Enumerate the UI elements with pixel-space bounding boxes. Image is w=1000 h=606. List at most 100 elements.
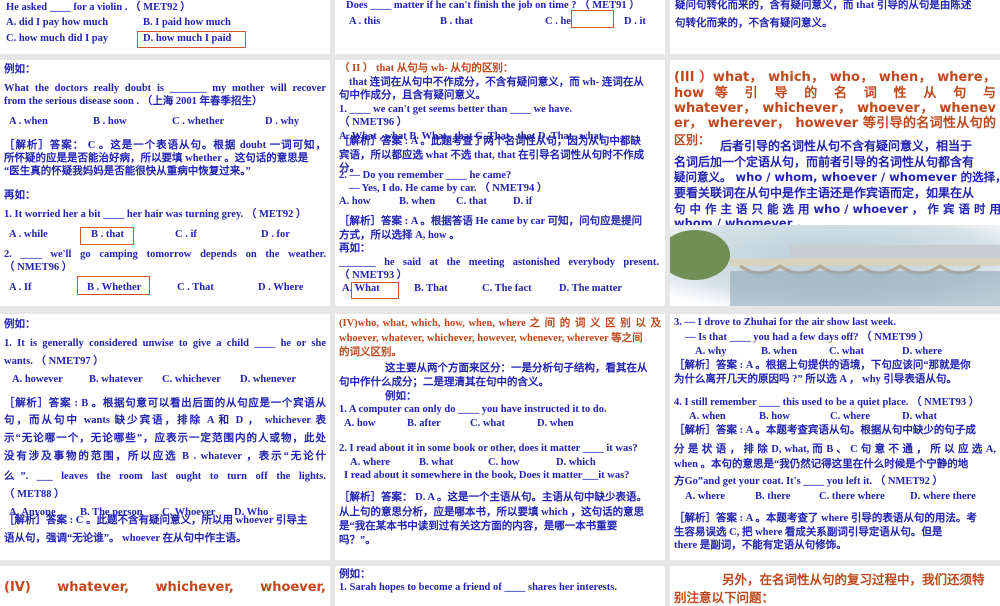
slide-a1: He asked ____ for a violin . （ MET92 ） A… — [0, 0, 330, 54]
explanation: 吗？”。 — [339, 535, 376, 546]
section-heading: er， wherever， however 等引导的名词性从句的 — [674, 116, 996, 131]
question: — Is that ____ you had a few days off? （… — [685, 332, 930, 343]
slide-c1: 疑问句转化而来的，含有疑问意义，而 that 引导的从句是由陈述 句转化而来的，… — [670, 0, 1000, 54]
option: C . That — [177, 282, 214, 293]
question: （ MET88 ） — [4, 489, 65, 500]
option: D . for — [261, 229, 290, 240]
label: 例如： — [4, 64, 36, 75]
option: B. after — [407, 418, 441, 429]
explanation: ［解析］答案： C 。这是一个表语从句。根据 doubt 一词可知， — [4, 140, 326, 151]
option: D . it — [624, 16, 646, 27]
text-line: 这主要从两个方面来区分：一是分析句子结构，看其在从 — [385, 363, 648, 374]
text-line: 句转化而来的，不含有疑问意义。 — [675, 18, 833, 29]
option: A . while — [9, 229, 48, 240]
explanation: ［解析］答案 : A 。根据答语 He came by car 可知，问句应是提… — [339, 216, 643, 227]
option: A. how — [344, 418, 376, 429]
option: A . when — [9, 116, 48, 127]
answer-highlight — [571, 10, 614, 28]
label: 例如： — [385, 391, 417, 402]
option: D. which — [556, 457, 596, 468]
explanation: ［解析］答案 : A 。根据上句提供的语境，下句应该问“那就是你 — [674, 360, 971, 371]
slide-b3: (IV)who, what, which, how, when, where 之… — [335, 314, 665, 560]
slide-a4: (IV) whatever, whichever, whoever, — [0, 566, 330, 606]
question: 2. I read about it in some book or other… — [339, 443, 638, 454]
option: B. whatever — [89, 374, 143, 385]
option: D. whenever — [240, 374, 296, 385]
slide-c3: 3. — I drove to Zhuhai for the air show … — [670, 314, 1000, 560]
section-heading: whoever, whatever, whichever, however, w… — [339, 333, 643, 344]
text-line: that 连词在从句中不作成分，不含有疑问意义，而 wh- 连词在从 — [349, 77, 644, 88]
slide-c2: (III ）what， which， who， when， where， how… — [670, 60, 1000, 306]
explanation: 句，而从句中 wants 缺少宾语，排除 A 和 D ， whichever 表 — [4, 415, 326, 426]
label: 再如： — [4, 190, 36, 201]
label: 例如： — [4, 319, 36, 330]
label: 例如： — [339, 569, 371, 580]
explanation: when 。本句的意思是“我仍然记得这里在什么时候是个宁静的地 — [674, 459, 969, 470]
question: — Yes, I do. He came by car. （ NMET94 ） — [349, 183, 548, 194]
slide-b2: （ II ） that 从句与 wh- 从句的区别： that 连词在从句中不作… — [335, 60, 665, 306]
option: A. when — [689, 411, 726, 422]
question: wants. （ NMET97 ） — [4, 356, 104, 367]
section-heading: (IV) whatever, whichever, whoever, — [4, 580, 326, 595]
question: He asked ____ for a violin . （ MET92 ） — [6, 2, 191, 13]
explanation: ［解析］答案 : A 。本题考查了 where 引导的表语从句的用法。考 — [674, 513, 977, 524]
label: 再如： — [339, 243, 371, 254]
explanation: 所怀疑的应是是否能治好病，所以要填 whether 。这句话的意思是 — [4, 153, 309, 164]
text-line: 句中作什么成分；二是理清其在句中的含义。 — [339, 377, 549, 388]
explanation: 宾语，所以都应选 what 不选 that, that 在引导名词性从句时不作成 — [339, 150, 645, 161]
option: B . that — [440, 16, 473, 27]
answer-highlight — [80, 227, 134, 245]
slide-a3: 例如： 1. It is generally considered unwise… — [0, 314, 330, 560]
section-heading: (III ）what， which， who， when， where， — [674, 70, 996, 85]
option: D. what — [902, 411, 938, 422]
explanation: ［解析］答案 : A 。本题考查宾语从句。根据从句中缺少的句子成 — [674, 425, 976, 436]
question: I read about it somewhere in the book, D… — [344, 470, 630, 481]
slide-a2: 例如： What the doctors really doubt is ___… — [0, 60, 330, 306]
bridge-photo — [670, 225, 1000, 306]
explanation: 生容易误选 C, 把 where 看成关系副词引导定语从句。但是 — [674, 527, 943, 538]
option: B . how — [93, 116, 127, 127]
text-line: 疑问意义。 who / whom, whoever / whomever 的选择… — [674, 170, 1000, 184]
section-heading: （ II ） that 从句与 wh- 从句的区别： — [339, 63, 514, 74]
option: B. there — [755, 491, 791, 502]
option: D. where — [902, 346, 943, 357]
option: A. where — [350, 457, 391, 468]
explanation: 是“我在某本书中读到过有关这方面的内容，是哪一本书重要 — [339, 521, 618, 532]
option: D. The matter — [559, 283, 623, 294]
option: B. how — [759, 411, 790, 422]
explanation: 没有涉及事物的范围，所以应选 B . whatever ，表示“无论什 — [4, 451, 326, 462]
option: C . he — [545, 16, 571, 27]
question: What the doctors really doubt is _______… — [4, 83, 326, 94]
option: C . if — [175, 229, 197, 240]
text-line: 句中作成分，且含有疑问意义。 — [339, 90, 486, 101]
question: 3. — I drove to Zhuhai for the air show … — [674, 317, 896, 328]
option: C. whichever — [162, 374, 221, 385]
explanation: ［解析］答案 : C 。此题不含有疑问意义，所以用 whoever 引导主 — [4, 515, 308, 526]
question: 2. — Do you remember ____ he came? — [339, 170, 512, 181]
option: D . Where — [258, 282, 304, 293]
option: A . If — [9, 282, 32, 293]
explanation: 从上句的意思分析，应是哪本书，所以要填 which ，这句话的意思 — [339, 507, 645, 518]
explanation: 语从句，强调“无论谁”。 whoever 在从句中作主语。 — [4, 533, 247, 544]
option: D . why — [265, 116, 300, 127]
option: A. where — [685, 491, 726, 502]
question: 1. ____ we can't get seems better than _… — [339, 104, 573, 115]
question: 1. It worried her a bit ____ her hair wa… — [4, 209, 307, 220]
text-line: 后者引导的名词性从句不含有疑问意义，相当于 — [720, 139, 973, 153]
slide-c4: 另外，在名词性从句的复习过程中，我们还须特 别注意以下问题： — [670, 566, 1000, 606]
option: A . this — [349, 16, 381, 27]
option: A. did I pay how much — [6, 17, 109, 28]
question: _______ he said at the meeting astonishe… — [339, 257, 659, 268]
option: C. The fact — [482, 283, 532, 294]
question: 方Go”and get your coat. It's ____ you lef… — [674, 476, 944, 487]
option: D. when — [537, 418, 574, 429]
option: C. there where — [819, 491, 885, 502]
option: D. if — [513, 196, 533, 207]
question: 么”. ___ leaves the room last ought to tu… — [4, 471, 326, 482]
explanation: there 是副词，不能有定语从句修饰。 — [674, 540, 847, 551]
option: B. I paid how much — [143, 17, 231, 28]
option: B. when — [761, 346, 798, 357]
question: （ NMET96 ） — [4, 262, 73, 273]
section-heading: 的词义区别。 — [339, 347, 402, 358]
section-heading: how 等 引 导 的 名 词 性 从 句 与 — [674, 86, 996, 101]
